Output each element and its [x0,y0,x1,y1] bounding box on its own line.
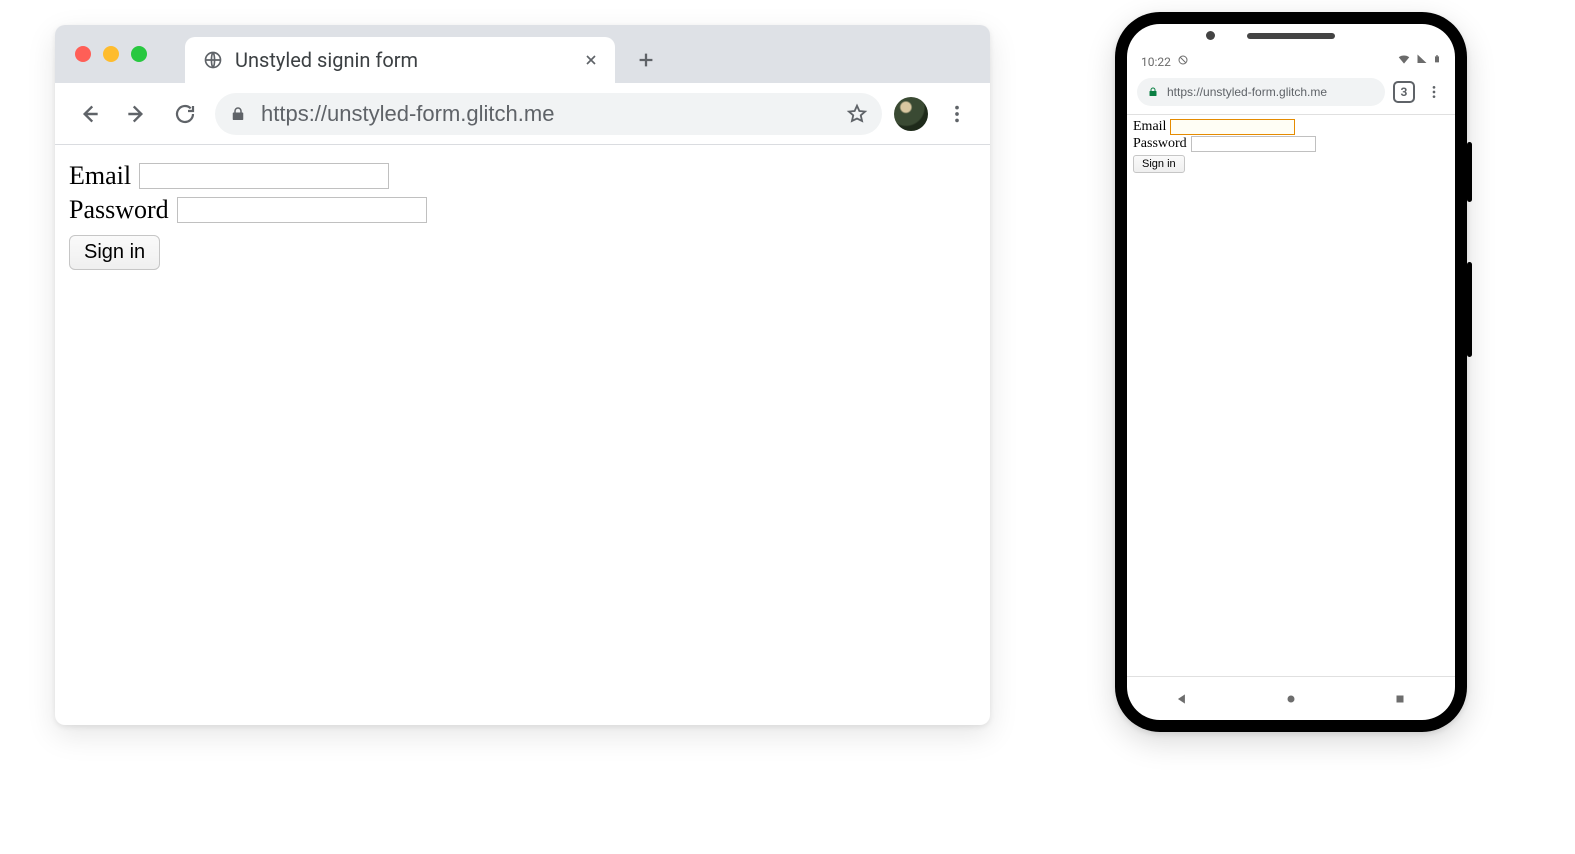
tab-switcher-button[interactable]: 3 [1393,81,1415,103]
android-status-bar: 10:22 [1127,24,1455,72]
forward-button[interactable] [119,96,155,132]
globe-icon [203,50,223,70]
mobile-browser-toolbar: https://unstyled-form.glitch.me 3 [1127,72,1455,112]
tab-count: 3 [1401,85,1408,99]
minimize-window-button[interactable] [103,46,119,62]
mobile-signin-button[interactable]: Sign in [1133,155,1185,173]
clock-text: 10:22 [1141,55,1171,69]
phone-front-camera [1206,31,1215,40]
mobile-password-input[interactable] [1191,136,1316,152]
android-home-button[interactable] [1283,691,1299,707]
mobile-password-label: Password [1133,136,1187,152]
profile-avatar[interactable] [894,97,928,131]
tab-title: Unstyled signin form [235,48,569,72]
email-label: Email [69,161,131,191]
battery-icon [1433,52,1441,69]
email-input[interactable] [139,163,389,189]
mobile-menu-button[interactable] [1423,81,1445,103]
signal-icon [1416,53,1428,68]
mobile-email-label: Email [1133,119,1166,135]
back-button[interactable] [71,96,107,132]
window-controls [75,46,147,62]
lock-icon [1147,86,1159,98]
android-overview-button[interactable] [1392,691,1408,707]
password-label: Password [69,195,169,225]
page-viewport: Email Password Sign in [55,145,990,286]
mobile-page-viewport: Email Password Sign in [1127,115,1455,676]
mobile-password-row: Password [1133,136,1449,152]
reload-button[interactable] [167,96,203,132]
email-row: Email [69,161,976,191]
browser-menu-button[interactable] [940,97,974,131]
phone-screen: 10:22 ht [1127,24,1455,720]
url-text: https://unstyled-form.glitch.me [261,101,832,127]
new-tab-button[interactable] [629,43,663,77]
fullscreen-window-button[interactable] [131,46,147,62]
browser-tab[interactable]: Unstyled signin form [185,37,615,83]
address-bar[interactable]: https://unstyled-form.glitch.me [215,93,882,135]
signin-button[interactable]: Sign in [69,235,160,270]
tab-strip: Unstyled signin form [55,25,990,83]
lock-icon [229,105,247,123]
close-tab-button[interactable] [581,50,601,70]
phone-speaker [1247,33,1335,39]
close-window-button[interactable] [75,46,91,62]
browser-toolbar: https://unstyled-form.glitch.me [55,83,990,145]
status-right [1397,52,1441,69]
no-entry-icon [1177,54,1189,69]
password-input[interactable] [177,197,427,223]
star-icon[interactable] [846,103,868,125]
password-row: Password [69,195,976,225]
status-left: 10:22 [1141,54,1189,69]
mobile-address-bar[interactable]: https://unstyled-form.glitch.me [1137,78,1385,106]
android-nav-bar [1127,676,1455,720]
mobile-url-text: https://unstyled-form.glitch.me [1167,85,1375,99]
wifi-icon [1397,52,1411,69]
phone-device-frame: 10:22 ht [1115,12,1467,732]
mobile-email-input[interactable] [1170,119,1295,135]
mobile-email-row: Email [1133,119,1449,135]
android-back-button[interactable] [1174,691,1190,707]
desktop-browser-window: Unstyled signin form [55,25,990,725]
